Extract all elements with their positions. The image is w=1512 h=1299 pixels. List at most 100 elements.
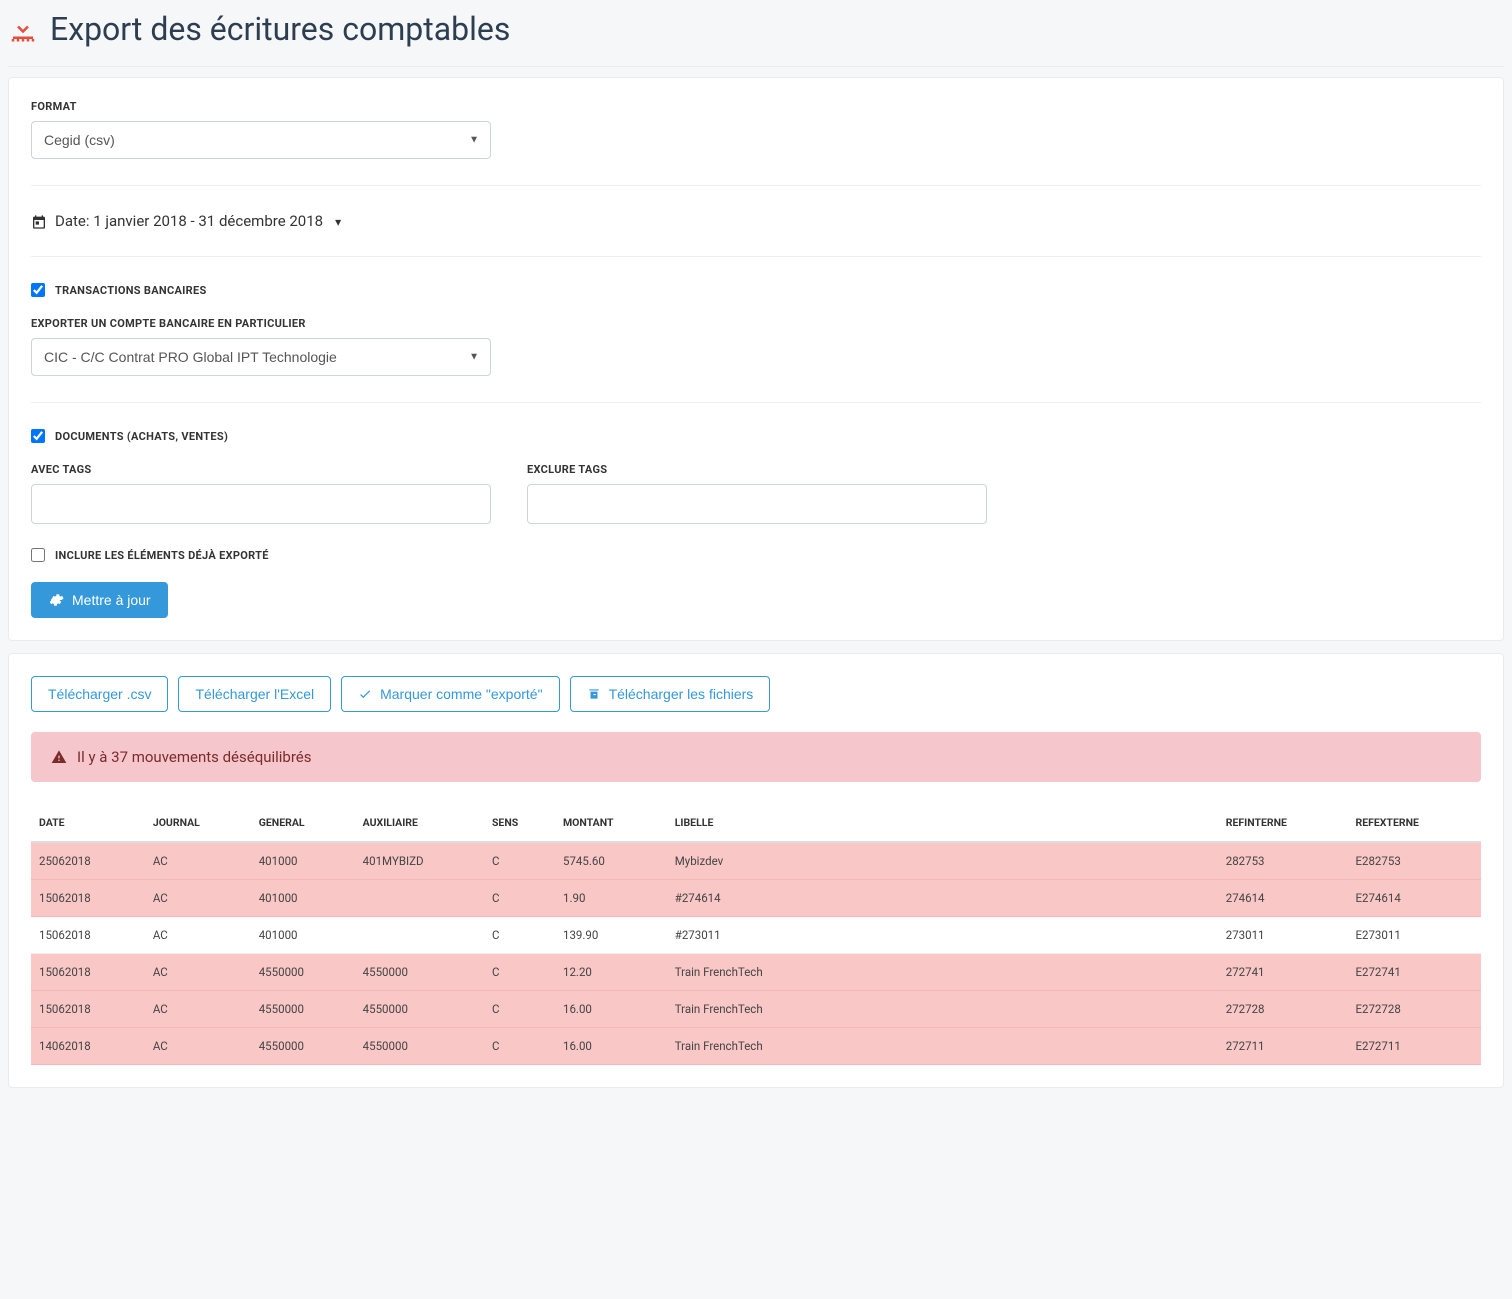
action-buttons: Télécharger .csv Télécharger l'Excel Mar… (31, 676, 1481, 712)
calendar-icon (31, 212, 47, 230)
archive-icon (587, 687, 601, 701)
table-row: 15062018AC401000 C139.90#273011273011E273… (31, 917, 1481, 954)
download-files-button[interactable]: Télécharger les fichiers (570, 676, 771, 712)
cell-journal: AC (145, 842, 251, 880)
bank-account-label: EXPORTER UN COMPTE BANCAIRE EN PARTICULI… (31, 317, 1481, 330)
cell-general: 401000 (251, 880, 355, 917)
download-csv-button[interactable]: Télécharger .csv (31, 676, 168, 712)
cell-refinterne: 272711 (1218, 1028, 1348, 1065)
col-refexterne: REFEXTERNE (1347, 804, 1481, 842)
cell-general: 4550000 (251, 1028, 355, 1065)
cell-libelle: Mybizdev (667, 842, 1218, 880)
include-exported-label: INCLURE LES ÉLÉMENTS DÉJÀ EXPORTÉ (55, 549, 269, 562)
cell-montant: 1.90 (555, 880, 667, 917)
cell-date: 14062018 (31, 1028, 145, 1065)
cell-general: 4550000 (251, 991, 355, 1028)
page-title: Export des écritures comptables (50, 10, 510, 48)
col-journal: JOURNAL (145, 804, 251, 842)
format-select[interactable]: Cegid (csv) (31, 121, 491, 159)
transactions-checkbox-row: TRANSACTIONS BANCAIRES (31, 283, 1481, 297)
alert-text: Il y à 37 mouvements déséquilibrés (77, 748, 312, 766)
cell-auxiliaire: 4550000 (355, 954, 484, 991)
cell-refinterne: 282753 (1218, 842, 1348, 880)
warning-alert: Il y à 37 mouvements déséquilibrés (31, 732, 1481, 782)
table-header-row: DATE JOURNAL GENERAL AUXILIAIRE SENS MON… (31, 804, 1481, 842)
include-exported-row: INCLURE LES ÉLÉMENTS DÉJÀ EXPORTÉ (31, 548, 1481, 562)
cell-sens: C (484, 842, 555, 880)
separator (31, 402, 1481, 403)
cell-sens: C (484, 1028, 555, 1065)
cell-libelle: #274614 (667, 880, 1218, 917)
warning-icon (51, 749, 67, 765)
cell-sens: C (484, 917, 555, 954)
entries-table: DATE JOURNAL GENERAL AUXILIAIRE SENS MON… (31, 804, 1481, 1065)
cell-auxiliaire (355, 880, 484, 917)
cell-general: 401000 (251, 842, 355, 880)
include-exported-checkbox[interactable] (31, 548, 45, 562)
with-tags-input[interactable] (31, 484, 491, 524)
transactions-checkbox[interactable] (31, 283, 45, 297)
cell-journal: AC (145, 954, 251, 991)
check-icon (358, 687, 372, 701)
download-icon (8, 14, 38, 44)
cell-refexterne: E272711 (1347, 1028, 1481, 1065)
cell-sens: C (484, 880, 555, 917)
cell-general: 401000 (251, 917, 355, 954)
cell-general: 4550000 (251, 954, 355, 991)
cell-date: 25062018 (31, 842, 145, 880)
mark-exported-button[interactable]: Marquer comme "exporté" (341, 676, 559, 712)
col-libelle: LIBELLE (667, 804, 1218, 842)
update-button[interactable]: Mettre à jour (31, 582, 168, 618)
bank-account-select[interactable]: CIC - C/C Contrat PRO Global IPT Technol… (31, 338, 491, 376)
documents-checkbox[interactable] (31, 429, 45, 443)
table-row: 14062018AC45500004550000C16.00Train Fren… (31, 1028, 1481, 1065)
cell-journal: AC (145, 880, 251, 917)
cell-date: 15062018 (31, 991, 145, 1028)
table-row: 15062018AC45500004550000C16.00Train Fren… (31, 991, 1481, 1028)
cell-date: 15062018 (31, 917, 145, 954)
cell-libelle: #273011 (667, 917, 1218, 954)
col-general: GENERAL (251, 804, 355, 842)
exclude-tags-label: EXCLURE TAGS (527, 463, 987, 476)
cell-montant: 5745.60 (555, 842, 667, 880)
cell-date: 15062018 (31, 954, 145, 991)
cell-sens: C (484, 954, 555, 991)
filter-panel: FORMAT Cegid (csv) Date: 1 janvier 2018 … (8, 77, 1504, 641)
cell-journal: AC (145, 917, 251, 954)
format-label: FORMAT (31, 100, 1481, 113)
cell-refinterne: 273011 (1218, 917, 1348, 954)
col-date: DATE (31, 804, 145, 842)
cell-refexterne: E272728 (1347, 991, 1481, 1028)
cell-refexterne: E282753 (1347, 842, 1481, 880)
cell-auxiliaire: 4550000 (355, 991, 484, 1028)
cell-refexterne: E273011 (1347, 917, 1481, 954)
cell-refinterne: 272728 (1218, 991, 1348, 1028)
cell-auxiliaire: 4550000 (355, 1028, 484, 1065)
cell-refinterne: 274614 (1218, 880, 1348, 917)
date-range-text: Date: 1 janvier 2018 - 31 décembre 2018 (55, 212, 323, 230)
cell-montant: 16.00 (555, 1028, 667, 1065)
col-refinterne: REFINTERNE (1218, 804, 1348, 842)
update-button-label: Mettre à jour (72, 592, 151, 608)
col-auxiliaire: AUXILIAIRE (355, 804, 484, 842)
results-panel: Télécharger .csv Télécharger l'Excel Mar… (8, 653, 1504, 1088)
transactions-checkbox-label: TRANSACTIONS BANCAIRES (55, 284, 207, 297)
separator (31, 256, 1481, 257)
cell-montant: 12.20 (555, 954, 667, 991)
cell-refexterne: E272741 (1347, 954, 1481, 991)
download-excel-button[interactable]: Télécharger l'Excel (178, 676, 331, 712)
cell-date: 15062018 (31, 880, 145, 917)
cell-libelle: Train FrenchTech (667, 1028, 1218, 1065)
caret-down-icon (331, 212, 341, 230)
cell-refexterne: E274614 (1347, 880, 1481, 917)
cell-journal: AC (145, 991, 251, 1028)
documents-checkbox-row: DOCUMENTS (ACHATS, VENTES) (31, 429, 1481, 443)
cell-montant: 139.90 (555, 917, 667, 954)
cell-montant: 16.00 (555, 991, 667, 1028)
date-range-picker[interactable]: Date: 1 janvier 2018 - 31 décembre 2018 (31, 212, 1481, 230)
page-header: Export des écritures comptables (8, 0, 1504, 67)
separator (31, 185, 1481, 186)
exclude-tags-input[interactable] (527, 484, 987, 524)
cell-libelle: Train FrenchTech (667, 991, 1218, 1028)
gears-icon (48, 592, 64, 608)
